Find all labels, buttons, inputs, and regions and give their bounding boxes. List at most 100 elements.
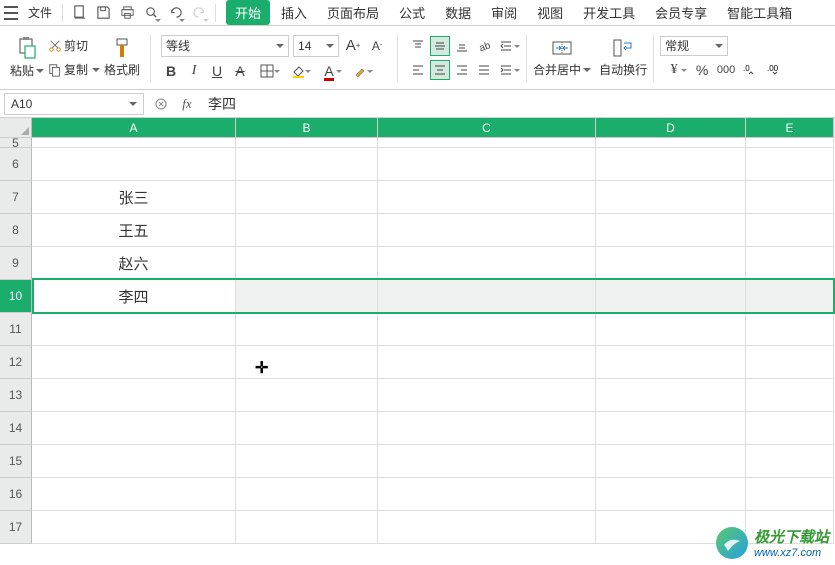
cell[interactable] [378,346,596,379]
comma-icon[interactable]: 000 [716,60,736,80]
cell[interactable] [596,280,746,313]
formula-input[interactable]: 李四 [204,94,831,114]
cell[interactable] [236,148,378,181]
select-all-corner[interactable] [0,118,32,137]
cancel-icon[interactable] [152,95,170,113]
strikethrough-button[interactable]: A [230,61,250,81]
hamburger-icon[interactable] [4,6,18,20]
cell[interactable] [596,181,746,214]
tab-smart-tools[interactable]: 智能工具箱 [718,0,801,25]
fx-icon[interactable]: fx [178,95,196,113]
tab-data[interactable]: 数据 [436,0,480,25]
row-header[interactable]: 8 [0,214,32,247]
cell[interactable] [32,148,236,181]
number-format-select[interactable]: 常规 [660,36,728,56]
border-button[interactable] [253,61,281,81]
file-menu[interactable]: 文件 [22,4,58,21]
cell[interactable] [236,379,378,412]
cell[interactable] [378,148,596,181]
tab-member[interactable]: 会员专享 [646,0,716,25]
align-left-icon[interactable] [408,60,428,80]
tab-start[interactable]: 开始 [226,0,270,25]
orientation-icon[interactable]: ab [474,36,494,56]
justify-icon[interactable] [474,60,494,80]
align-center-icon[interactable] [430,60,450,80]
copy-button[interactable]: 复制 [48,60,100,80]
col-header-C[interactable]: C [378,118,596,137]
cell[interactable] [746,478,834,511]
cell[interactable] [236,138,378,148]
increase-font-icon[interactable]: A+ [343,36,363,56]
percent-icon[interactable]: % [692,60,712,80]
cell[interactable] [596,138,746,148]
cell[interactable] [596,379,746,412]
print-preview-icon[interactable] [140,2,162,24]
cell[interactable] [746,148,834,181]
cell[interactable]: 张三 [32,181,236,214]
cell[interactable] [596,247,746,280]
row-header[interactable]: 7 [0,181,32,214]
cell[interactable] [236,280,378,313]
align-right-icon[interactable] [452,60,472,80]
row-header[interactable]: 17 [0,511,32,544]
indent-increase-icon[interactable] [496,60,516,80]
cell[interactable] [746,445,834,478]
tab-formula[interactable]: 公式 [390,0,434,25]
underline-button[interactable]: U [207,61,227,81]
cell[interactable] [596,478,746,511]
bold-button[interactable]: B [161,61,181,81]
cell[interactable] [596,148,746,181]
tab-dev-tools[interactable]: 开发工具 [574,0,644,25]
align-middle-icon[interactable] [430,36,450,56]
highlight-button[interactable] [346,61,374,81]
row-header[interactable]: 13 [0,379,32,412]
cell[interactable] [746,181,834,214]
cell[interactable] [236,478,378,511]
align-top-icon[interactable] [408,36,428,56]
col-header-B[interactable]: B [236,118,378,137]
cell[interactable] [32,412,236,445]
cell[interactable] [32,138,236,148]
cell[interactable] [596,214,746,247]
name-box[interactable]: A10 [4,93,144,115]
cell[interactable] [32,379,236,412]
col-header-D[interactable]: D [596,118,746,137]
indent-decrease-icon[interactable] [496,36,516,56]
cell[interactable] [32,346,236,379]
cell[interactable] [596,346,746,379]
row-header[interactable]: 16 [0,478,32,511]
cell[interactable] [236,412,378,445]
cell[interactable] [746,138,834,148]
cell[interactable] [378,138,596,148]
decrease-decimal-icon[interactable]: .00 [764,60,784,80]
cell[interactable] [378,214,596,247]
font-size-select[interactable]: 14 [293,35,339,57]
row-header[interactable]: 5 [0,138,32,148]
tab-view[interactable]: 视图 [528,0,572,25]
col-header-A[interactable]: A [32,118,236,137]
cell[interactable] [236,214,378,247]
cell[interactable] [378,379,596,412]
italic-button[interactable]: I [184,61,204,81]
cell[interactable] [32,511,236,544]
cell[interactable] [746,379,834,412]
align-bottom-icon[interactable] [452,36,472,56]
cell[interactable] [378,445,596,478]
row-header[interactable]: 12 [0,346,32,379]
cell[interactable] [236,445,378,478]
font-color-button[interactable]: A [315,61,343,81]
row-header[interactable]: 15 [0,445,32,478]
redo-icon[interactable] [188,2,210,24]
row-header[interactable]: 9 [0,247,32,280]
col-header-E[interactable]: E [746,118,834,137]
format-painter-button[interactable]: 格式刷 [104,37,140,78]
cell[interactable] [32,445,236,478]
cell[interactable] [32,313,236,346]
font-name-select[interactable]: 等线 [161,35,289,57]
decrease-font-icon[interactable]: A- [367,36,387,56]
row-header[interactable]: 11 [0,313,32,346]
cell[interactable]: 李四 [32,280,236,313]
cell[interactable] [596,445,746,478]
cell[interactable] [378,280,596,313]
tab-review[interactable]: 审阅 [482,0,526,25]
